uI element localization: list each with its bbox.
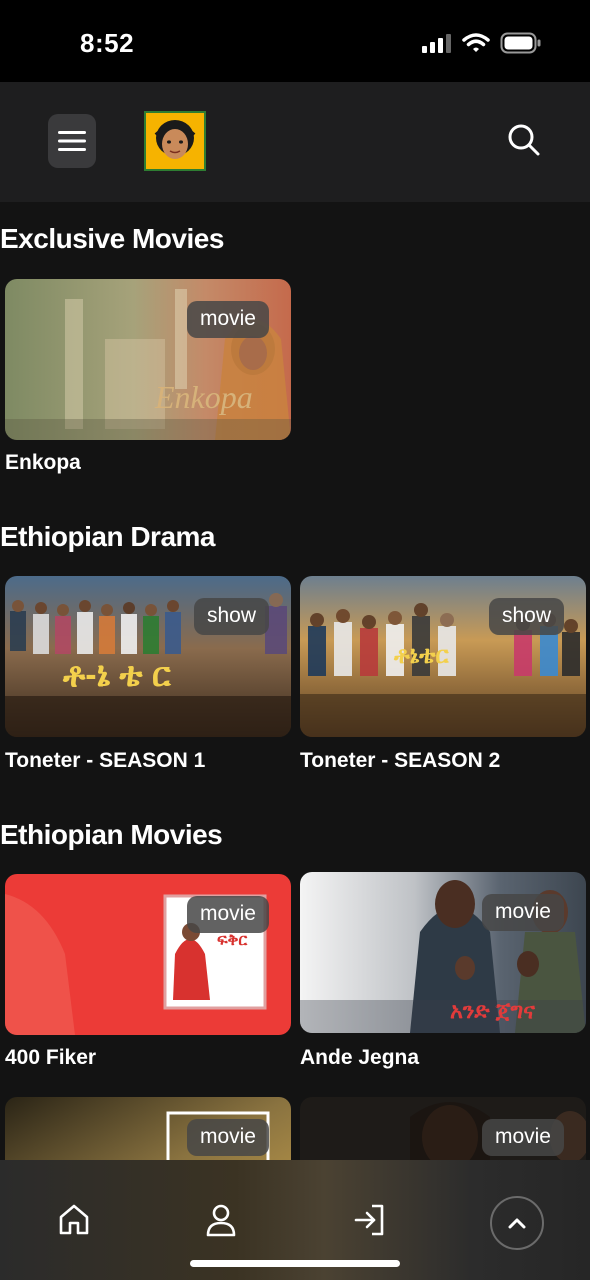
section-title-ethiopian-drama: Ethiopian Drama xyxy=(0,521,215,552)
wifi-icon xyxy=(462,33,490,52)
home-icon[interactable] xyxy=(56,1202,92,1238)
hamburger-icon xyxy=(58,131,86,151)
show-card-toneter-s2[interactable]: ቶኔቴር show xyxy=(300,576,586,737)
badge-show: show xyxy=(488,598,564,635)
badge-show: show xyxy=(193,598,269,635)
badge-movie: movie xyxy=(186,1119,269,1156)
movie-card-enkopa[interactable]: Enkopa movie xyxy=(5,279,291,440)
poster-title-text: ፍቅር xyxy=(217,932,248,949)
home-indicator xyxy=(190,1260,400,1267)
poster-title-text: ቶኔቴር xyxy=(394,642,449,669)
login-icon[interactable] xyxy=(352,1202,388,1238)
badge-movie: movie xyxy=(481,894,564,931)
badge-movie: movie xyxy=(186,896,269,933)
battery-icon xyxy=(500,32,541,54)
section-title-exclusive-movies: Exclusive Movies xyxy=(0,223,224,254)
status-icons xyxy=(422,32,542,54)
section-title-ethiopian-movies: Ethiopian Movies xyxy=(0,819,223,850)
movie-card-400-fiker[interactable]: ፍቅር movie xyxy=(5,874,291,1035)
card-title-400-fiker[interactable]: 400 Fiker xyxy=(5,1046,96,1070)
user-icon[interactable] xyxy=(203,1202,239,1238)
card-title-toneter-s1[interactable]: Toneter - SEASON 1 xyxy=(5,749,205,773)
badge-movie: movie xyxy=(481,1119,564,1156)
show-card-toneter-s1[interactable]: ቶ-ኔ ቴ ር show xyxy=(5,576,291,737)
poster-title-text: አንድ ጀግና xyxy=(450,998,535,1023)
poster-title-text: Enkopa xyxy=(155,379,253,415)
movie-card-ande-jegna[interactable]: አንድ ጀግና movie xyxy=(300,872,586,1033)
status-bar: 8:52 xyxy=(0,0,590,82)
card-title-toneter-s2[interactable]: Toneter - SEASON 2 xyxy=(300,749,500,773)
cellular-signal-icon xyxy=(422,34,451,53)
bottom-navigation xyxy=(0,1160,590,1280)
menu-button[interactable] xyxy=(48,114,96,168)
status-time: 8:52 xyxy=(80,28,135,58)
search-icon[interactable] xyxy=(506,122,542,158)
scroll-to-top-button[interactable] xyxy=(490,1196,544,1250)
chevron-up-icon xyxy=(508,1218,526,1229)
app-logo[interactable] xyxy=(144,111,206,171)
badge-movie: movie xyxy=(186,301,269,338)
card-title-enkopa[interactable]: Enkopa xyxy=(5,451,81,475)
poster-title-text: ቶ-ኔ ቴ ር xyxy=(63,656,171,694)
app-header xyxy=(0,82,590,202)
card-title-ande-jegna[interactable]: Ande Jegna xyxy=(300,1046,419,1070)
